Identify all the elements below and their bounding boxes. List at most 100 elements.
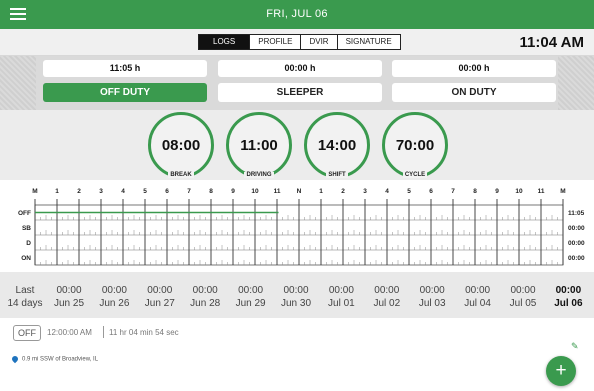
hour-label: 9 xyxy=(495,188,499,195)
history-day-hours: 00:00 xyxy=(283,285,309,296)
break-value: 08:00 xyxy=(161,137,201,154)
row-label: D xyxy=(26,240,31,247)
tab-logs[interactable]: LOGS xyxy=(199,35,251,49)
history-day[interactable]: 00:00 Jun 29 xyxy=(229,284,273,310)
hour-label: 8 xyxy=(209,188,213,195)
driving-gauge: 11:00 DRIVING xyxy=(226,112,292,178)
edit-pencil-icon[interactable]: ✎ xyxy=(571,341,579,352)
history-day[interactable]: 00:00 Jun 25 xyxy=(47,284,91,310)
row-total: 00:00 xyxy=(568,225,585,232)
row-label: ON xyxy=(21,255,31,262)
hour-label: 1 xyxy=(319,188,323,195)
history-day-hours: 00:00 xyxy=(101,285,127,296)
history-day[interactable]: 00:00 Jul 02 xyxy=(365,284,409,310)
history-day[interactable]: 00:00 Jul 01 xyxy=(319,284,363,310)
hour-label: 3 xyxy=(99,188,103,195)
history-day[interactable]: 00:00 Jun 26 xyxy=(92,284,136,310)
row-label: SB xyxy=(22,225,31,232)
tab-signature[interactable]: SIGNATURE xyxy=(337,35,400,49)
event-status-badge: OFF xyxy=(13,325,41,341)
event-duration: 11 hr 04 min 54 sec xyxy=(109,328,179,337)
hour-label: 5 xyxy=(143,188,147,195)
history-day[interactable]: 00:00 Jun 28 xyxy=(183,284,227,310)
row-total: 11:05 xyxy=(568,210,585,217)
driving-value: 11:00 xyxy=(240,137,278,154)
log-graph-svg: M 1 2 3 4 5 6 7 8 9 10 11 N 1 2 3 4 5 6 7 8 9 10 11 M OFF 11:05 SB 0… xyxy=(18,188,585,266)
hour-label: M xyxy=(32,188,37,195)
hour-label: 11 xyxy=(274,188,281,195)
history-day-date: Jun 26 xyxy=(99,298,130,309)
history-day[interactable]: 00:00 Jul 04 xyxy=(456,284,500,310)
hour-label: 1 xyxy=(55,188,59,195)
history-label-line2: 14 days xyxy=(7,298,43,309)
history-day[interactable]: 00:00 Jun 27 xyxy=(138,284,182,310)
history-day[interactable]: 00:00 Jul 06 xyxy=(546,284,590,310)
on-duty-time: 00:00 h xyxy=(392,60,556,77)
log-event-panel: OFF 12:00:00 AM 11 hr 04 min 54 sec 0.9 … xyxy=(0,318,594,391)
history-day-hours: 00:00 xyxy=(555,285,582,296)
row-label: OFF xyxy=(18,210,31,217)
cycle-gauge: 70:00 CYCLE xyxy=(382,112,448,178)
hour-label: 5 xyxy=(407,188,411,195)
shift-value: 14:00 xyxy=(317,137,357,154)
last-14-days-label: Last 14 days xyxy=(4,284,46,310)
history-day-date: Jul 06 xyxy=(554,298,583,309)
event-location-text: 0.9 mi SSW of Broadview, IL xyxy=(22,356,99,363)
off-duty-time: 11:05 h xyxy=(43,60,207,77)
tab-dvir[interactable]: DVIR xyxy=(301,35,338,49)
off-duty-column: 11:05 h OFF DUTY xyxy=(43,60,207,102)
hour-label: 9 xyxy=(231,188,235,195)
tab-bar: LOGS PROFILE DVIR SIGNATURE 11:04 AM xyxy=(0,29,594,56)
history-day-date: Jul 05 xyxy=(509,298,537,309)
history-day-hours: 00:00 xyxy=(192,285,218,296)
event-start-time: 12:00:00 AM xyxy=(47,328,92,337)
history-day-date: Jun 27 xyxy=(144,298,175,309)
sleeper-column: 00:00 h SLEEPER xyxy=(218,60,382,102)
hour-label: 11 xyxy=(538,188,545,195)
current-time: 11:04 AM xyxy=(519,34,584,51)
hos-gauges-panel: 08:00 BREAK 11:00 DRIVING 14:00 SHIFT 70… xyxy=(0,110,594,180)
tab-profile[interactable]: PROFILE xyxy=(250,35,302,49)
history-day-date: Jun 28 xyxy=(190,298,221,309)
hour-label: 2 xyxy=(77,188,81,195)
history-day-hours: 00:00 xyxy=(419,285,445,296)
history-day-hours: 00:00 xyxy=(238,285,264,296)
cycle-label: CYCLE xyxy=(402,172,428,178)
date-title: FRI, JUL 06 xyxy=(266,8,328,20)
hour-label: 4 xyxy=(121,188,125,195)
history-day-date: Jul 01 xyxy=(328,298,355,309)
hour-label: M xyxy=(560,188,565,195)
hatch-decoration-right xyxy=(558,56,594,110)
off-duty-button[interactable]: OFF DUTY xyxy=(43,83,207,102)
history-day-date: Jun 30 xyxy=(280,298,312,309)
hour-label: 7 xyxy=(187,188,191,195)
on-duty-column: 00:00 h ON DUTY xyxy=(392,60,556,102)
row-total: 00:00 xyxy=(568,240,585,247)
add-event-button[interactable]: + xyxy=(546,356,576,386)
top-app-bar: FRI, JUL 06 xyxy=(0,0,594,29)
sleeper-button[interactable]: SLEEPER xyxy=(218,83,382,102)
hour-label: 4 xyxy=(385,188,389,195)
last-14-days-strip: Last 14 days 00:00 Jun 25 00:00 Jun 26 00:00… xyxy=(0,272,594,318)
hour-label: N xyxy=(297,188,302,195)
row-total: 00:00 xyxy=(568,255,585,262)
history-day-date: Jul 02 xyxy=(373,298,401,309)
hour-label: 8 xyxy=(473,188,477,195)
hatch-decoration-left xyxy=(0,56,36,110)
history-day[interactable]: 00:00 Jul 03 xyxy=(410,284,454,310)
break-label: BREAK xyxy=(168,172,194,178)
history-day-hours: 00:00 xyxy=(147,285,173,296)
history-day[interactable]: 00:00 Jun 30 xyxy=(274,284,318,310)
history-day-date: Jul 03 xyxy=(418,298,446,309)
history-day[interactable]: 00:00 Jul 05 xyxy=(501,284,545,310)
duty-log-grid[interactable]: M 1 2 3 4 5 6 7 8 9 10 11 N 1 2 3 4 5 6 7 8 9 10 11 M OFF 11:05 SB 0… xyxy=(0,180,594,272)
sleeper-time: 00:00 h xyxy=(218,60,382,77)
eld-logs-screen: FRI, JUL 06 LOGS PROFILE DVIR SIGNATURE … xyxy=(0,0,594,391)
shift-gauge: 14:00 SHIFT xyxy=(304,112,370,178)
event-location: 0.9 mi SSW of Broadview, IL xyxy=(10,354,99,364)
event-separator xyxy=(103,326,104,338)
on-duty-button[interactable]: ON DUTY xyxy=(392,83,556,102)
break-gauge: 08:00 BREAK xyxy=(148,112,214,178)
cycle-value: 70:00 xyxy=(395,137,435,154)
hour-label: 6 xyxy=(165,188,169,195)
